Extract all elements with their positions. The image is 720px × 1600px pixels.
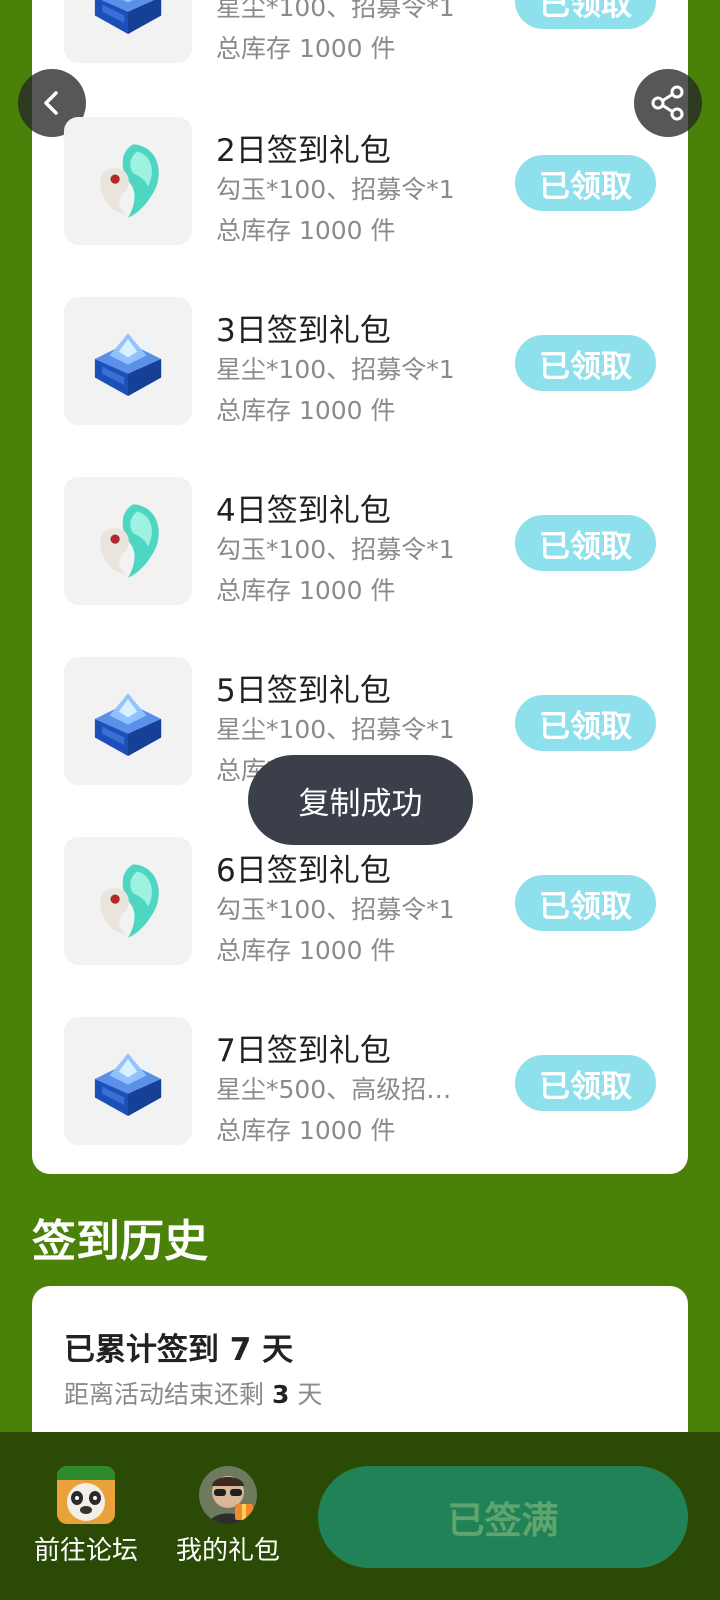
copy-success-toast: 复制成功	[248, 755, 473, 845]
gift-stock: 总库存 1000 件	[216, 576, 396, 605]
total-days: 7	[229, 1332, 252, 1368]
gift-stock: 总库存 1000 件	[216, 936, 396, 965]
total-suffix: 天	[262, 1332, 294, 1368]
gift-title: 6日签到礼包	[216, 853, 391, 889]
gift-row-6: 6日签到礼包 勾玉*100、招募令*1 总库存 1000 件 已领取	[32, 837, 688, 967]
gift-stock: 总库存 1000 件	[216, 216, 396, 245]
forum-label: 前往论坛	[33, 1536, 138, 1566]
gift-desc: 星尘*100、招募令*1	[216, 0, 455, 22]
claimed-button[interactable]: 已领取	[515, 335, 656, 391]
gift-row-4: 4日签到礼包 勾玉*100、招募令*1 总库存 1000 件 已领取	[32, 477, 688, 607]
claimed-button[interactable]: 已领取	[515, 695, 656, 751]
my-gifts-link[interactable]: 我的礼包	[168, 1466, 288, 1576]
gift-title: 7日签到礼包	[216, 1033, 391, 1069]
gift-row-1: 星尘*100、招募令*1 总库存 1000 件 已领取	[32, 0, 688, 65]
claimed-button[interactable]: 已领取	[515, 515, 656, 571]
history-section-title: 签到历史	[32, 1216, 208, 1267]
gift-row-7: 7日签到礼包 星尘*500、高级招… 总库存 1000 件 已领取	[32, 1017, 688, 1147]
gift-desc: 勾玉*100、招募令*1	[216, 175, 455, 204]
chevron-left-icon	[44, 91, 58, 115]
crystal-chest-icon	[64, 297, 192, 425]
claimed-button[interactable]: 已领取	[515, 155, 656, 211]
user-avatar-gift-icon	[199, 1466, 257, 1524]
magatama-icon	[64, 837, 192, 965]
crystal-chest-icon	[64, 0, 192, 63]
fully-signed-button[interactable]: 已签满	[318, 1466, 688, 1568]
gift-desc: 勾玉*100、招募令*1	[216, 535, 455, 564]
claimed-button[interactable]: 已领取	[515, 0, 656, 29]
gift-title: 3日签到礼包	[216, 313, 391, 349]
claimed-button[interactable]: 已领取	[515, 1055, 656, 1111]
gift-desc: 星尘*100、招募令*1	[216, 355, 455, 384]
gift-row-2: 2日签到礼包 勾玉*100、招募令*1 总库存 1000 件 已领取	[32, 117, 688, 247]
magatama-icon	[64, 477, 192, 605]
remain-days: 3	[271, 1380, 290, 1409]
remain-prefix: 距离活动结束还剩	[64, 1380, 265, 1409]
bottom-bar: 前往论坛 我的礼包 已签满	[0, 1432, 720, 1600]
gift-stock: 总库存 1000 件	[216, 396, 396, 425]
gift-stock: 总库存 1000 件	[216, 1116, 396, 1145]
magatama-icon	[64, 117, 192, 245]
total-signin-text: 已累计签到 7 天	[64, 1324, 293, 1369]
crystal-chest-icon	[64, 1017, 192, 1145]
gift-title: 4日签到礼包	[216, 493, 391, 529]
claimed-button[interactable]: 已领取	[515, 875, 656, 931]
gift-title: 2日签到礼包	[216, 133, 391, 169]
gift-stock: 总库存 1000 件	[216, 34, 396, 63]
remain-suffix: 天	[297, 1380, 323, 1409]
forum-link[interactable]: 前往论坛	[26, 1466, 146, 1576]
remaining-days-text: 距离活动结束还剩 3 天	[64, 1375, 322, 1411]
gift-desc: 星尘*500、高级招…	[216, 1075, 452, 1104]
gift-title: 5日签到礼包	[216, 673, 391, 709]
gift-row-3: 3日签到礼包 星尘*100、招募令*1 总库存 1000 件 已领取	[32, 297, 688, 427]
total-prefix: 已累计签到	[64, 1332, 219, 1368]
my-gifts-label: 我的礼包	[175, 1536, 280, 1566]
crystal-chest-icon	[64, 657, 192, 785]
gift-desc: 勾玉*100、招募令*1	[216, 895, 455, 924]
gift-desc: 星尘*100、招募令*1	[216, 715, 455, 744]
forum-avatar-icon	[57, 1466, 115, 1524]
